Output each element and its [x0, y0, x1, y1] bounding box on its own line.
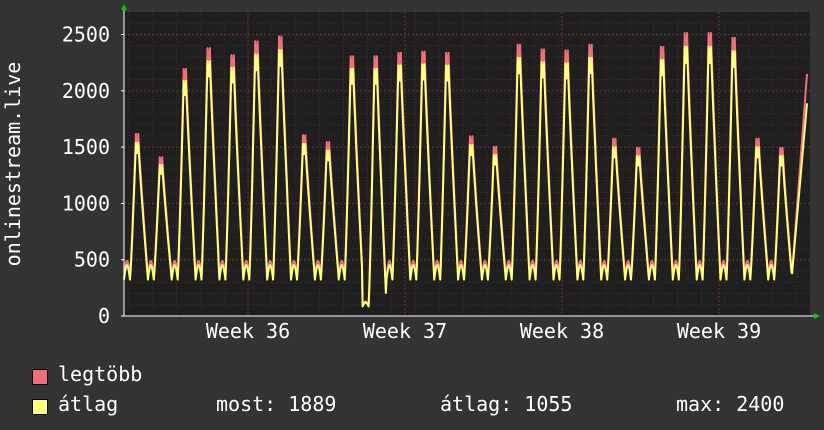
y-tick-label: 1500 — [62, 135, 110, 159]
x-tick-label: Week 39 — [677, 319, 761, 340]
y-axis-label: onlinestream.live — [1, 62, 25, 267]
x-tick-label: Week 36 — [206, 319, 290, 340]
stat-average: átlag: 1055 — [440, 392, 573, 416]
x-tick-label: Week 38 — [520, 319, 604, 340]
legend-label-avg: átlag — [58, 392, 119, 416]
y-tick-label: 2000 — [62, 79, 110, 103]
y-tick-label: 1000 — [62, 191, 110, 215]
y-tick-label: 0 — [98, 304, 110, 328]
y-axis-arrow — [121, 4, 127, 10]
y-tick-label: 500 — [74, 248, 110, 272]
legend-label-max: legtöbb — [58, 362, 143, 386]
y-axis: 0 500 1000 1500 2000 2500 — [62, 23, 124, 328]
stat-current: most: 1889 — [216, 392, 337, 416]
traffic-chart: 0 500 1000 1500 2000 2500 Week 36 Week 37 Week … — [1, 4, 820, 340]
x-tick-label: Week 37 — [363, 319, 447, 340]
legend-swatch-max — [32, 369, 48, 385]
y-tick-label: 2500 — [62, 23, 110, 47]
x-axis-arrow — [814, 313, 820, 319]
legend-swatch-avg — [32, 399, 48, 415]
stat-maximum: max: 2400 — [676, 392, 785, 416]
